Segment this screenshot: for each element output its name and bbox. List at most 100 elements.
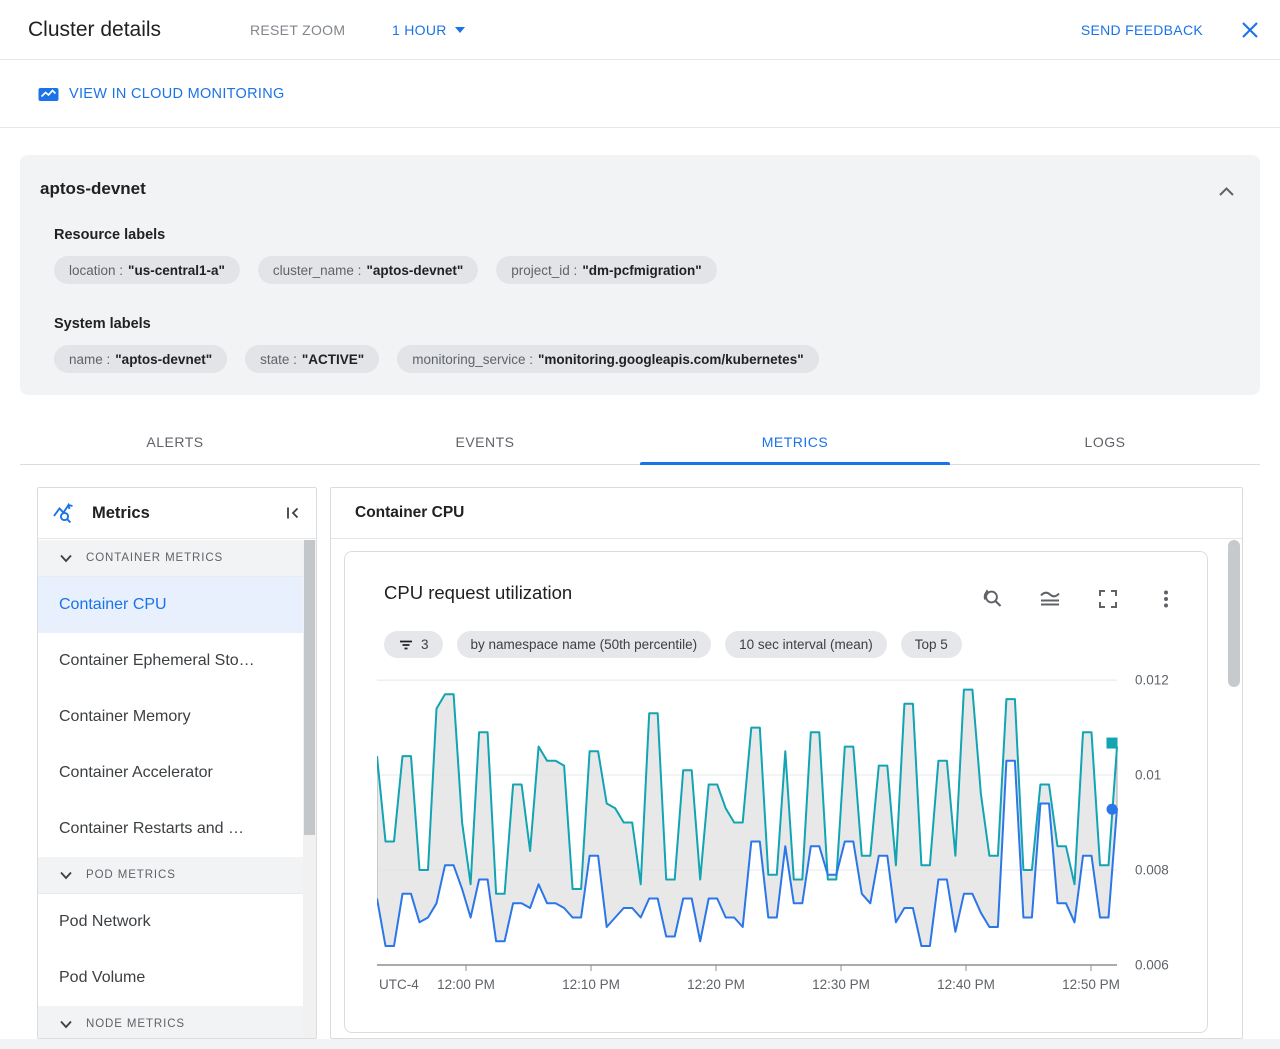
chevron-up-icon <box>1218 186 1235 197</box>
metrics-search-icon <box>52 501 78 525</box>
metrics-list: CONTAINER METRICSContainer CPUContainer … <box>38 540 303 1038</box>
main-scrollbar-thumb[interactable] <box>1228 540 1240 687</box>
view-in-cloud-monitoring-label: VIEW IN CLOUD MONITORING <box>69 86 285 102</box>
x-tick-label: 12:30 PM <box>812 977 870 992</box>
chevron-down-icon <box>59 554 73 563</box>
filter-count: 3 <box>421 637 429 652</box>
chart-chip[interactable]: 10 sec interval (mean) <box>725 631 887 658</box>
system-labels-row: name : "aptos-devnet" state : "ACTIVE" monit… <box>54 345 1240 373</box>
sidebar-scrollbar-thumb[interactable] <box>304 540 315 835</box>
filter-count-chip[interactable]: 3 <box>384 631 443 658</box>
x-tick-label: 12:40 PM <box>937 977 995 992</box>
system-label-chip: name : "aptos-devnet" <box>54 345 227 373</box>
chart-chip[interactable]: by namespace name (50th percentile) <box>457 631 712 658</box>
y-tick-label: 0.006 <box>1135 958 1169 973</box>
zoom-reset-icon <box>980 587 1004 611</box>
chart-title: CPU request utilization <box>384 582 572 604</box>
send-feedback-button[interactable]: SEND FEEDBACK <box>1081 22 1203 38</box>
sidebar-scrollbar[interactable] <box>303 540 316 1038</box>
chevron-down-icon <box>59 1020 73 1029</box>
chart-chip[interactable]: Top 5 <box>901 631 962 658</box>
tab-metrics[interactable]: METRICS <box>640 420 950 464</box>
y-tick-label: 0.008 <box>1135 863 1169 878</box>
system-label-chip: monitoring_service : "monitoring.googleap… <box>397 345 818 373</box>
minmax-band <box>377 690 1117 946</box>
tab-logs[interactable]: LOGS <box>950 420 1260 464</box>
sidebar-item-container-memory[interactable]: Container Memory <box>38 689 303 745</box>
label-value: "aptos-devnet" <box>115 352 212 367</box>
sidebar-item-container-cpu[interactable]: Container CPU <box>38 577 303 633</box>
x-tick-label: 12:10 PM <box>562 977 620 992</box>
metrics-section-header[interactable]: CONTAINER METRICS <box>38 540 303 577</box>
label-key: location : <box>69 263 123 278</box>
sidebar-item-container-restarts-and[interactable]: Container Restarts and … <box>38 801 303 857</box>
metrics-sidebar: Metrics CONTAINER METRICSContainer CPUCo… <box>37 487 317 1039</box>
metrics-main-panel: Container CPU CPU request utilization <box>330 487 1243 1039</box>
metrics-section-label: CONTAINER METRICS <box>86 552 223 564</box>
chart-style-icon <box>1038 587 1062 611</box>
chart-card: CPU request utilization <box>344 551 1208 1033</box>
label-value: "us-central1-a" <box>128 263 225 278</box>
metrics-section-header[interactable]: POD METRICS <box>38 857 303 894</box>
fullscreen-button[interactable] <box>1095 586 1121 612</box>
topbar: Cluster details RESET ZOOM 1 HOUR SEND F… <box>0 0 1280 60</box>
label-key: state : <box>260 352 297 367</box>
x-tick-label: 12:00 PM <box>437 977 495 992</box>
label-key: monitoring_service : <box>412 352 533 367</box>
label-value: "aptos-devnet" <box>366 263 463 278</box>
collapse-panel-icon <box>284 504 302 522</box>
view-in-cloud-monitoring-link[interactable]: VIEW IN CLOUD MONITORING <box>38 86 285 103</box>
metrics-section-label: POD METRICS <box>86 869 176 881</box>
chart-filter-chips: 3 by namespace name (50th percentile) 10 s… <box>384 631 962 658</box>
system-labels-title: System labels <box>54 316 1240 332</box>
page-bottom-strip <box>0 1039 1280 1049</box>
close-button[interactable] <box>1236 16 1264 44</box>
time-range-dropdown[interactable]: 1 HOUR <box>392 22 465 38</box>
cluster-details-page: Cluster details RESET ZOOM 1 HOUR SEND F… <box>0 0 1280 1049</box>
sidebar-item-pod-network[interactable]: Pod Network <box>38 894 303 950</box>
collapse-panel-button[interactable] <box>284 504 302 522</box>
chevron-down-icon <box>59 871 73 880</box>
metrics-section-label: NODE METRICS <box>86 1018 185 1030</box>
monitoring-toolbar: VIEW IN CLOUD MONITORING <box>0 61 1280 128</box>
label-value: "monitoring.googleapis.com/kubernetes" <box>538 352 804 367</box>
sidebar-title: Metrics <box>92 504 284 523</box>
filter-list-icon <box>398 637 414 653</box>
y-tick-label: 0.012 <box>1135 673 1169 688</box>
tab-bar: ALERTSEVENTSMETRICSLOGS <box>20 420 1260 465</box>
sidebar-header: Metrics <box>38 488 316 539</box>
more-options-button[interactable] <box>1153 586 1179 612</box>
close-icon <box>1240 20 1260 40</box>
x-tick-label: 12:50 PM <box>1062 977 1120 992</box>
tab-alerts[interactable]: ALERTS <box>20 420 330 464</box>
series-end-marker-square <box>1107 738 1118 749</box>
cluster-name: aptos-devnet <box>40 179 1240 199</box>
sidebar-item-container-ephemeral-sto[interactable]: Container Ephemeral Sto… <box>38 633 303 689</box>
series-end-marker-circle <box>1107 804 1118 815</box>
tab-events[interactable]: EVENTS <box>330 420 640 464</box>
reset-zoom-button[interactable]: RESET ZOOM <box>250 22 345 38</box>
collapse-card-button[interactable] <box>1214 179 1238 203</box>
cluster-info-card: aptos-devnet Resource labels location :"… <box>20 155 1260 395</box>
monitoring-chart-icon <box>38 86 59 103</box>
cpu-utilization-chart[interactable]: 12:00 PM12:10 PM12:20 PM12:30 PM12:40 PM… <box>377 672 1187 1008</box>
system-label-chip: state : "ACTIVE" <box>245 345 379 373</box>
main-panel-title: Container CPU <box>355 504 464 522</box>
label-value: "ACTIVE" <box>302 352 364 367</box>
label-key: cluster_name : <box>273 263 362 278</box>
resource-label-chip: cluster_name : "aptos-devnet" <box>258 256 478 284</box>
resource-label-chip: project_id :"dm-pcfmigration" <box>496 256 716 284</box>
kebab-menu-icon <box>1154 587 1178 611</box>
chart-style-button[interactable] <box>1037 586 1063 612</box>
sidebar-item-pod-volume[interactable]: Pod Volume <box>38 950 303 1006</box>
fullscreen-icon <box>1096 587 1120 611</box>
label-key: name : <box>69 352 110 367</box>
sidebar-item-container-accelerator[interactable]: Container Accelerator <box>38 745 303 801</box>
metrics-section-header[interactable]: NODE METRICS <box>38 1006 303 1039</box>
page-title: Cluster details <box>28 18 161 42</box>
label-value: "dm-pcfmigration" <box>582 263 701 278</box>
resource-label-chip: location : "us-central1-a" <box>54 256 240 284</box>
chevron-down-icon <box>455 27 465 33</box>
zoom-reset-button[interactable] <box>979 586 1005 612</box>
time-range-label: 1 HOUR <box>392 22 447 38</box>
